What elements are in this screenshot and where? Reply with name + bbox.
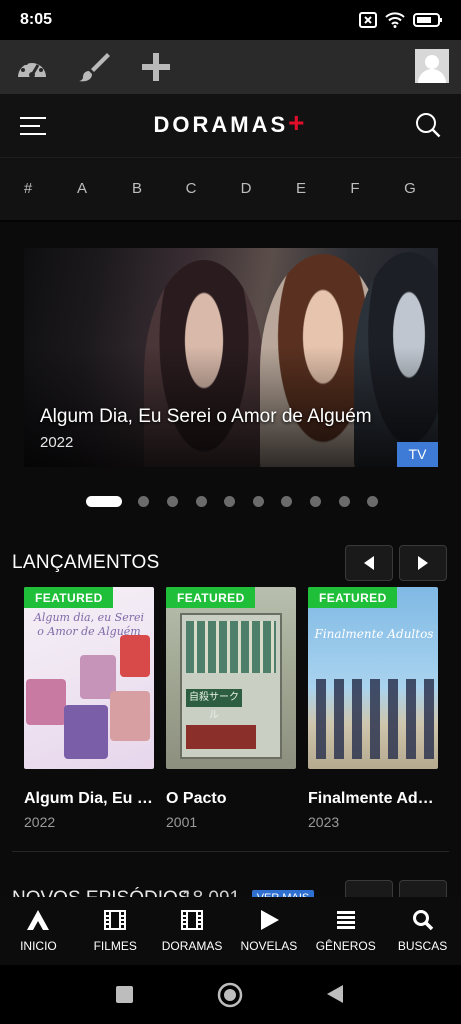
nav-doramas[interactable]: DORAMAS xyxy=(154,897,231,965)
nav-inicio[interactable]: INICIO xyxy=(0,897,77,965)
avatar[interactable] xyxy=(415,49,449,83)
carousel-next-button[interactable] xyxy=(399,545,447,581)
nav-label: DORAMAS xyxy=(161,939,223,953)
poster-group xyxy=(316,679,434,759)
home-button-icon[interactable] xyxy=(217,982,243,1008)
nav-label: INICIO xyxy=(20,939,57,953)
hero-type-badge: TV xyxy=(397,442,438,467)
status-time: 8:05 xyxy=(20,11,53,28)
movie-card[interactable]: Finalmente Adultos FEATURED Finalmente A… xyxy=(308,587,440,830)
poster-caption: Finalmente Adultos xyxy=(314,627,434,641)
slider-dot[interactable] xyxy=(224,496,235,507)
plus-icon[interactable] xyxy=(126,40,186,94)
featured-badge: FEATURED xyxy=(308,587,397,608)
carousel-prev-button[interactable] xyxy=(345,545,393,581)
poster-face xyxy=(26,679,66,725)
letter-filter-hash[interactable]: # xyxy=(13,180,43,197)
slider-dot[interactable] xyxy=(310,496,321,507)
slider-dot[interactable] xyxy=(367,496,378,507)
letter-filter-a[interactable]: A xyxy=(67,180,97,197)
poster-face xyxy=(110,691,150,741)
film-icon xyxy=(181,910,204,930)
card-title[interactable]: O Pacto xyxy=(166,790,298,808)
search-icon xyxy=(412,910,433,931)
nav-novelas[interactable]: NOVELAS xyxy=(230,897,307,965)
status-icons xyxy=(359,12,443,28)
list-icon xyxy=(336,911,355,929)
admin-toolbar xyxy=(0,40,461,94)
film-icon xyxy=(104,910,127,930)
card-year: 2022 xyxy=(24,814,56,830)
slider-dot[interactable] xyxy=(86,496,122,507)
slider-dot[interactable] xyxy=(196,496,207,507)
poster-face xyxy=(120,635,150,677)
card-title[interactable]: Finalmente Adu... xyxy=(308,790,440,808)
letter-filter-f[interactable]: F xyxy=(340,180,370,197)
hero-gradient xyxy=(24,248,438,467)
letter-filter-c[interactable]: C xyxy=(176,180,206,197)
poster-caption: 自殺サークル xyxy=(186,689,242,721)
home-a-icon xyxy=(27,910,50,930)
hero-slide[interactable]: Algum Dia, Eu Serei o Amor de Alguém 202… xyxy=(24,248,438,467)
slider-dot[interactable] xyxy=(339,496,350,507)
back-button-icon[interactable] xyxy=(326,984,344,1004)
nav-label: NOVELAS xyxy=(240,939,298,953)
poster-image[interactable]: Finalmente Adultos FEATURED xyxy=(308,587,438,769)
poster-drinks-row xyxy=(186,621,276,673)
card-year: 2001 xyxy=(166,814,198,830)
recents-button-icon[interactable] xyxy=(115,985,134,1004)
nav-label: FILMES xyxy=(93,939,137,953)
movie-card[interactable]: 自殺サークル FEATURED O Pacto 2001 xyxy=(166,587,296,830)
poster-face xyxy=(64,705,108,759)
letter-filter-g[interactable]: G xyxy=(395,180,425,197)
slider-dot[interactable] xyxy=(138,496,149,507)
search-icon[interactable] xyxy=(415,112,441,138)
letter-filter-b[interactable]: B xyxy=(122,180,152,197)
play-icon xyxy=(260,910,279,930)
featured-badge: FEATURED xyxy=(166,587,255,608)
brush-icon[interactable] xyxy=(64,40,124,94)
poster-image[interactable]: Algum dia, eu Serei o Amor de Alguém FEA… xyxy=(24,587,154,769)
logo-plus: + xyxy=(288,107,308,138)
slider-dot[interactable] xyxy=(281,496,292,507)
section-title-lancamentos: LANÇAMENTOS xyxy=(12,552,160,573)
card-title[interactable]: Algum Dia, Eu S... xyxy=(24,790,156,808)
poster-slot xyxy=(186,725,256,749)
status-bar: 8:05 xyxy=(0,0,461,40)
logo-text: DORAMAS xyxy=(153,112,289,137)
movie-card[interactable]: Algum dia, eu Serei o Amor de Alguém FEA… xyxy=(24,587,156,830)
nav-buscas[interactable]: BUSCAS xyxy=(384,897,461,965)
triangle-left-icon xyxy=(364,556,374,570)
card-year: 2023 xyxy=(308,814,340,830)
letter-filter-d[interactable]: D xyxy=(231,180,261,197)
letter-filter-e[interactable]: E xyxy=(286,180,316,197)
slider-dot[interactable] xyxy=(253,496,264,507)
nav-label: GÊNEROS xyxy=(315,939,376,953)
site-logo[interactable]: DORAMAS+ xyxy=(0,109,461,138)
slider-dot[interactable] xyxy=(167,496,178,507)
system-navigation-bar xyxy=(0,965,461,1024)
dashboard-icon[interactable] xyxy=(2,40,62,94)
wifi-icon xyxy=(385,12,405,28)
bottom-navigation: INICIO FILMES DORAMAS NOVELAS GÊNEROS BU… xyxy=(0,897,461,965)
site-header: DORAMAS+ xyxy=(0,94,461,158)
alphabet-filter: # A B C D E F G xyxy=(0,158,461,222)
featured-badge: FEATURED xyxy=(24,587,113,608)
nav-generos[interactable]: GÊNEROS xyxy=(307,897,384,965)
poster-image[interactable]: 自殺サークル FEATURED xyxy=(166,587,296,769)
nav-filmes[interactable]: FILMES xyxy=(77,897,154,965)
triangle-right-icon xyxy=(418,556,428,570)
hero-title[interactable]: Algum Dia, Eu Serei o Amor de Alguém xyxy=(40,406,372,428)
no-sim-icon xyxy=(359,12,377,28)
section-divider xyxy=(12,851,449,852)
hero-year: 2022 xyxy=(40,434,74,451)
battery-icon xyxy=(413,13,442,27)
nav-label: BUSCAS xyxy=(397,939,448,953)
